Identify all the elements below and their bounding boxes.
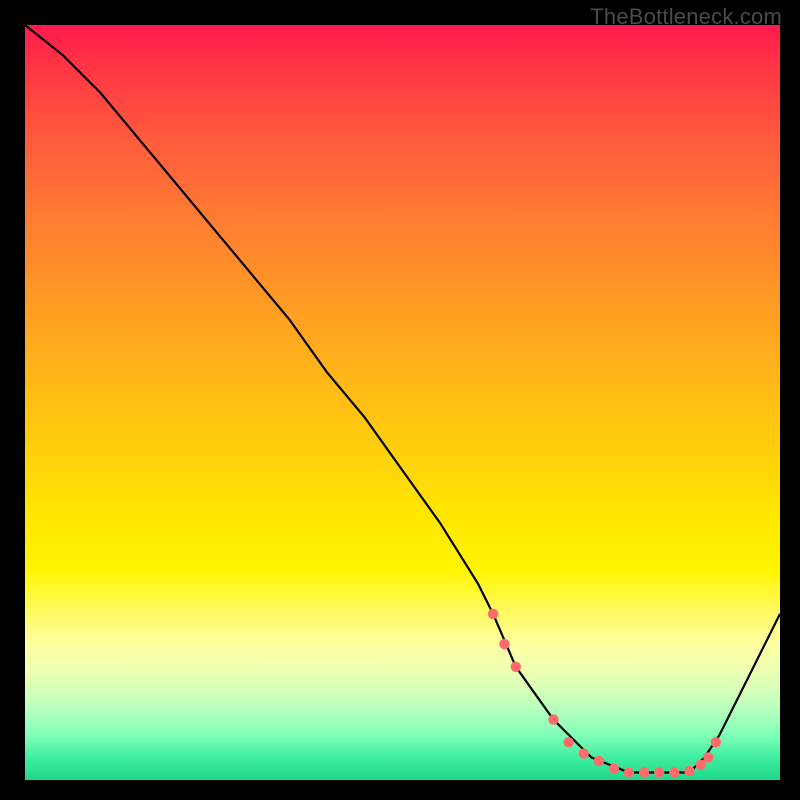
chart-stage: TheBottleneck.com [0, 0, 800, 800]
bottleneck-curve [25, 25, 780, 773]
highlight-dot [579, 748, 589, 758]
highlight-dot [654, 767, 664, 777]
highlight-dot [639, 767, 649, 777]
highlight-dot [696, 760, 706, 770]
highlight-dot [703, 752, 713, 762]
highlight-dot [609, 764, 619, 774]
plot-area [25, 25, 780, 780]
highlight-dot [499, 639, 509, 649]
highlight-dot [548, 714, 558, 724]
highlight-dots [488, 609, 721, 778]
highlight-dot [684, 766, 694, 776]
highlight-dot [594, 756, 604, 766]
highlight-dot [669, 767, 679, 777]
curve-svg [25, 25, 780, 780]
highlight-dot [711, 737, 721, 747]
highlight-dot [624, 767, 634, 777]
highlight-dot [511, 662, 521, 672]
highlight-dot [563, 737, 573, 747]
highlight-dot [488, 609, 498, 619]
